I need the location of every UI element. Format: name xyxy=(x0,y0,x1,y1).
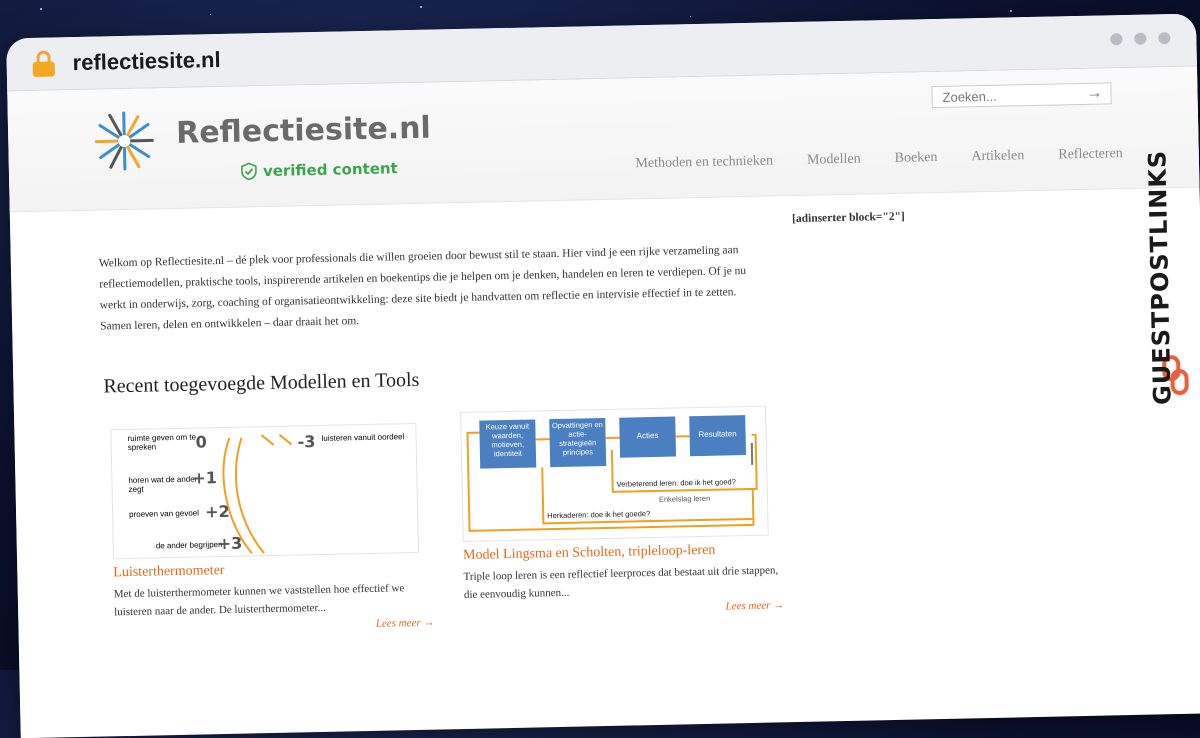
adinserter-placeholder: [adinserter block="2"] xyxy=(792,211,905,225)
window-dot-2[interactable] xyxy=(1134,33,1146,45)
thermo-label-1: horen wat de ander zegt xyxy=(128,475,198,494)
site-page: Reflectiesite.nl verified content → Meth… xyxy=(7,67,1200,732)
search-input[interactable] xyxy=(940,85,1084,105)
loop-box-1: Opvattingen en actie-strategieën princip… xyxy=(551,420,604,457)
card-tripleloop: Keuze vanuit waarden, motieven, identite… xyxy=(460,405,794,618)
browser-window: reflectiesite.nl xyxy=(6,14,1200,738)
address-bar-url[interactable]: reflectiesite.nl xyxy=(72,47,220,76)
thermo-label-0: ruimte geven om te spreken xyxy=(127,433,197,452)
card-title[interactable]: Luisterthermometer xyxy=(113,558,443,581)
site-header: Reflectiesite.nl verified content → Meth… xyxy=(7,67,1199,213)
thermo-label-2: proeven van gevoel xyxy=(129,508,209,519)
search-submit-icon[interactable]: → xyxy=(1086,85,1102,103)
star xyxy=(1010,10,1012,12)
loop-box-3: Resultaten xyxy=(691,429,743,439)
thermo-score-4: -3 xyxy=(297,432,315,451)
loop-box-2: Acties xyxy=(622,431,674,441)
card-description: Met de luisterthermometer kunnen we vast… xyxy=(114,579,435,622)
card-thumbnail-tripleloop[interactable]: Keuze vanuit waarden, motieven, identite… xyxy=(460,406,769,542)
guestpostlinks-watermark: GUESTPOSTLINKS xyxy=(1152,123,1198,424)
window-controls xyxy=(1110,32,1170,45)
sunburst-logo-icon[interactable] xyxy=(92,108,157,173)
watermark-text: GUESTPOSTLINKS xyxy=(1143,150,1176,406)
star xyxy=(420,6,422,8)
thermo-score-1: +1 xyxy=(192,468,217,488)
lock-icon xyxy=(32,50,55,76)
card-description: Triple loop leren is een reflectief leer… xyxy=(463,561,784,604)
thermo-score-0: 0 xyxy=(195,432,207,451)
nav-item-reflecteren[interactable]: Reflecteren xyxy=(1058,146,1123,163)
site-brand[interactable]: Reflectiesite.nl xyxy=(176,111,431,151)
thermo-score-2: +2 xyxy=(205,502,230,522)
main-nav: Methoden en technieken Modellen Boeken A… xyxy=(635,146,1123,172)
verified-label: verified content xyxy=(263,159,398,180)
card-title[interactable]: Model Lingsma en Scholten, tripleloop-le… xyxy=(463,541,793,564)
nav-item-methoden[interactable]: Methoden en technieken xyxy=(635,153,773,172)
nav-item-modellen[interactable]: Modellen xyxy=(807,152,861,169)
loop-box-0: Keuze vanuit waarden, motieven, identite… xyxy=(481,422,534,459)
nav-item-boeken[interactable]: Boeken xyxy=(895,150,938,167)
window-dot-3[interactable] xyxy=(1158,32,1170,44)
star xyxy=(40,8,42,10)
thermo-score-3: +3 xyxy=(218,534,243,554)
star xyxy=(690,16,691,17)
star xyxy=(210,14,211,15)
window-dot-1[interactable] xyxy=(1110,33,1122,45)
section-title: Recent toegevoegde Modellen en Tools xyxy=(103,369,419,399)
nav-item-artikelen[interactable]: Artikelen xyxy=(971,148,1024,165)
verified-badge: verified content xyxy=(241,159,398,180)
thermo-label-4: luisteren vanuit oordeel xyxy=(321,432,411,443)
search-box[interactable]: → xyxy=(931,82,1111,108)
intro-paragraph: Welkom op Reflectiesite.nl – dé plek voo… xyxy=(99,240,771,338)
shield-check-icon xyxy=(241,162,257,180)
loop-label-1: Enkelslag leren xyxy=(659,494,710,504)
card-thumbnail-thermometer[interactable]: ruimte geven om te spreken horen wat de … xyxy=(110,423,419,559)
card-luisterthermometer: ruimte geven om te spreken horen wat de … xyxy=(110,422,444,635)
